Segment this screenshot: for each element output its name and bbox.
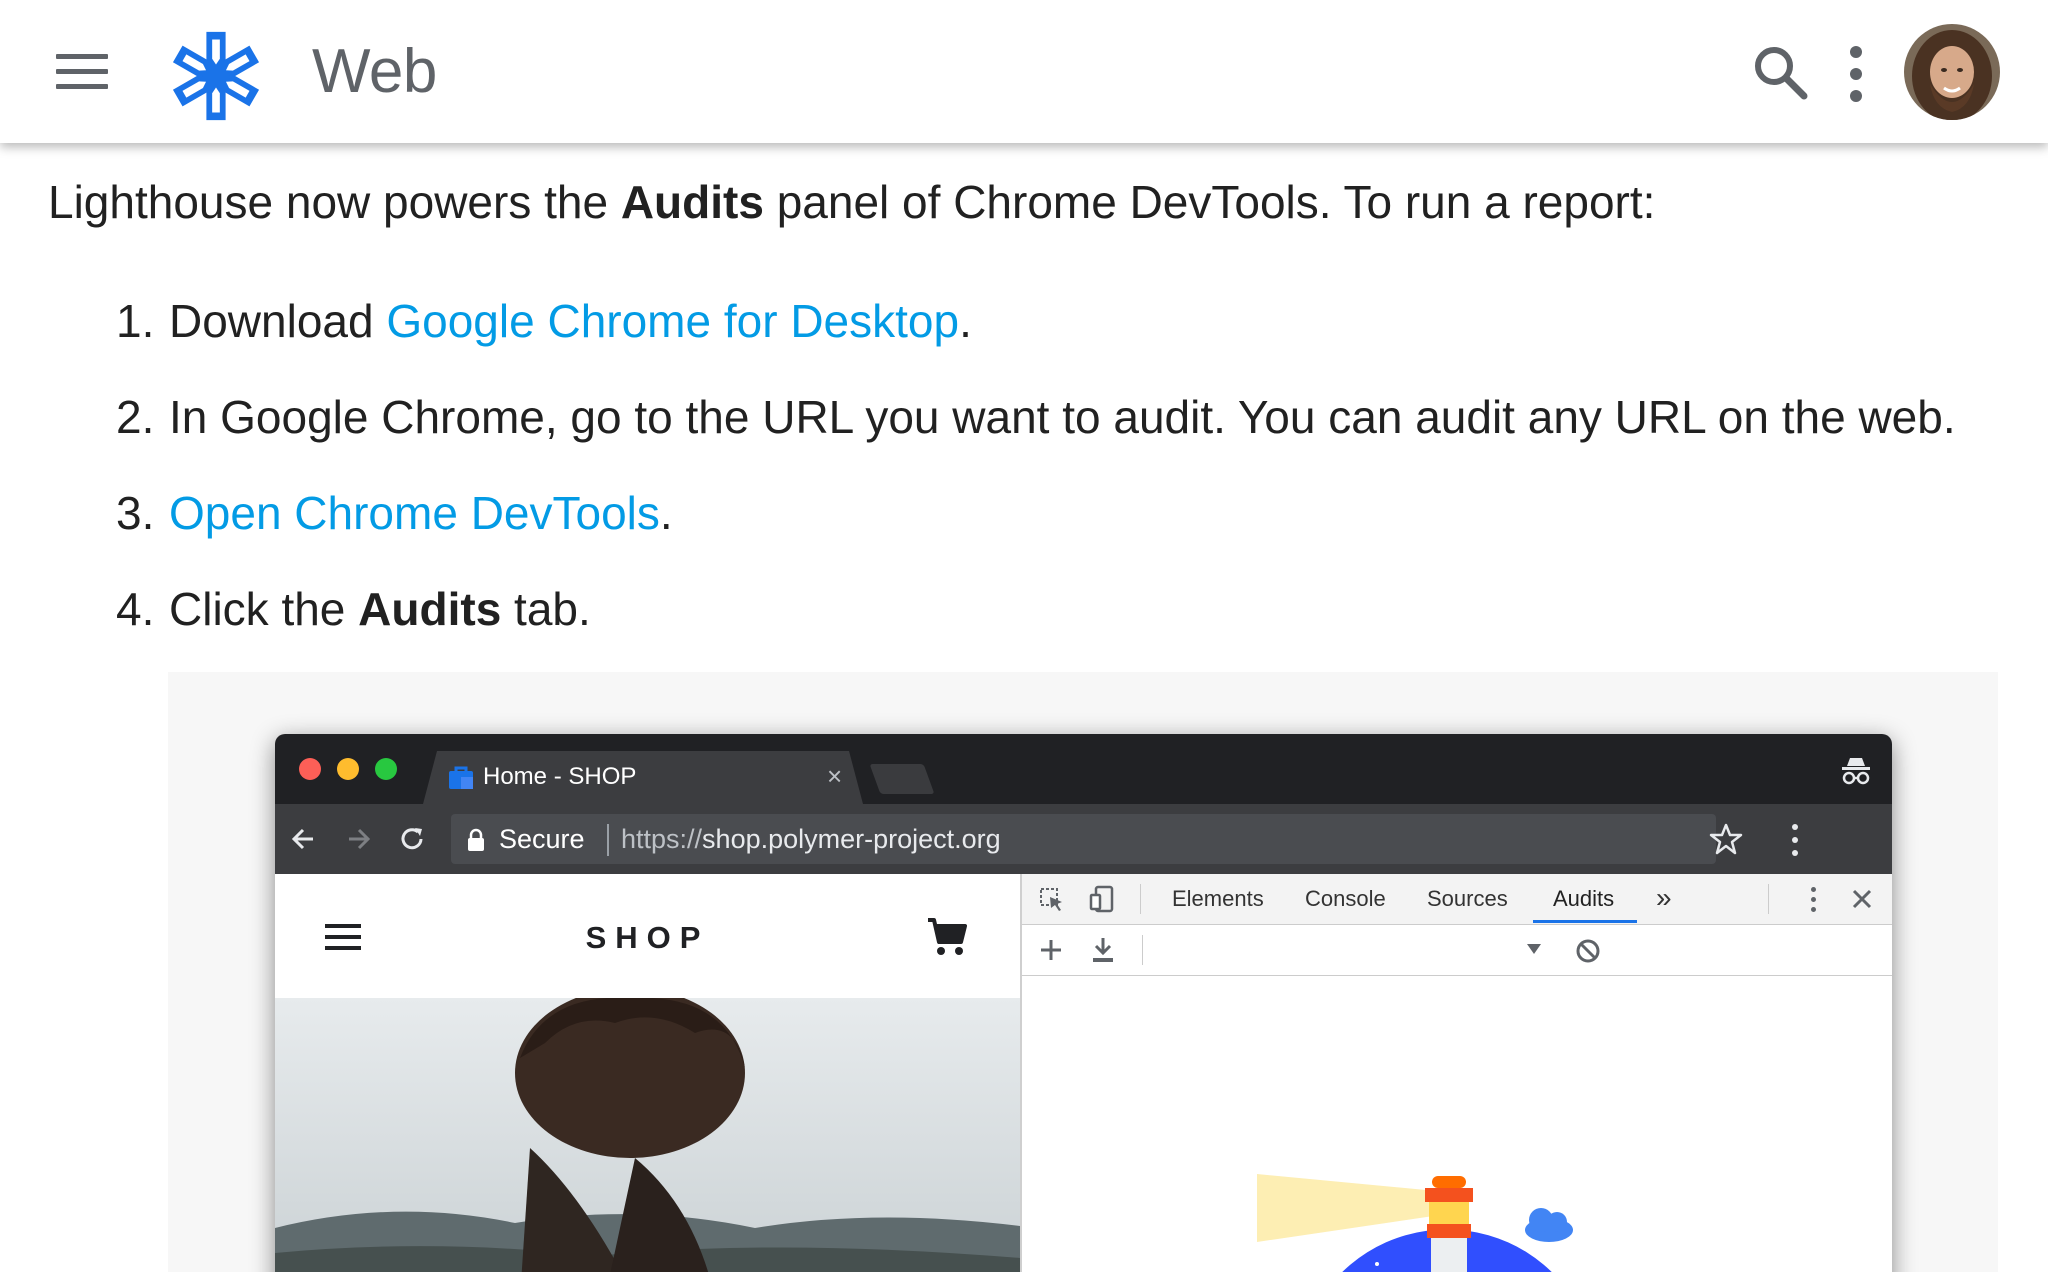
address-bar[interactable]: Secure https://shop.polymer-project.org — [451, 814, 1716, 864]
lock-icon — [468, 828, 484, 851]
list-item: 1. Download Google Chrome for Desktop. — [116, 290, 972, 352]
tab-console[interactable]: Console — [1305, 886, 1386, 912]
top-app-bar: Web — [0, 0, 2048, 143]
devtools-menu-icon[interactable] — [1810, 886, 1818, 914]
tab-title: Home - SHOP — [483, 763, 637, 790]
devtools-tab-bar: Elements Console Sources Audits » — [1022, 874, 1892, 925]
step-number: 3. — [116, 487, 155, 539]
devtools-screenshot-figure: Home - SHOP × Secure https://shop.polyme… — [168, 672, 1998, 1272]
incognito-icon — [1842, 758, 1870, 785]
url-text: https://shop.polymer-project.org — [621, 824, 1001, 855]
browser-window: Home - SHOP × Secure https://shop.polyme… — [275, 734, 1892, 1272]
step-number: 2. — [116, 391, 155, 443]
open-devtools-link[interactable]: Open Chrome DevTools — [169, 487, 660, 539]
report-select-dropdown-icon[interactable] — [1526, 943, 1542, 955]
intro-bold-audits: Audits — [620, 176, 764, 228]
step-text: Click the — [169, 583, 359, 635]
shop-page: SHOP — [275, 874, 1020, 1272]
search-icon[interactable] — [1748, 40, 1812, 104]
new-audit-plus-icon[interactable] — [1038, 937, 1064, 963]
devtools-divider — [1768, 884, 1769, 914]
close-window-button[interactable] — [299, 758, 321, 780]
zoom-window-button[interactable] — [375, 758, 397, 780]
tab-elements[interactable]: Elements — [1172, 886, 1264, 912]
back-arrow-icon[interactable] — [285, 820, 323, 858]
url-scheme: https:// — [621, 824, 703, 854]
intro-text-end: panel of Chrome DevTools. To run a repor… — [763, 176, 1656, 228]
shop-favicon-icon — [449, 766, 473, 789]
cart-icon[interactable] — [925, 914, 969, 958]
menu-icon[interactable] — [52, 50, 112, 94]
devtools-divider — [1140, 884, 1141, 914]
omnibox-divider — [607, 824, 609, 856]
reload-icon[interactable] — [393, 820, 431, 858]
shop-title[interactable]: SHOP — [275, 920, 1020, 956]
step-text: In Google Chrome, go to the URL you want… — [169, 391, 1956, 443]
browser-menu-icon[interactable] — [1785, 820, 1805, 860]
download-report-icon[interactable] — [1090, 936, 1116, 964]
tab-sources[interactable]: Sources — [1427, 886, 1508, 912]
lighthouse-illustration — [1257, 1174, 1573, 1272]
tab-audits[interactable]: Audits — [1553, 886, 1614, 912]
step-text-end: . — [959, 295, 972, 347]
step-number: 1. — [116, 295, 155, 347]
close-devtools-icon[interactable] — [1850, 887, 1874, 911]
step-text-end: . — [659, 487, 673, 539]
intro-paragraph: Lighthouse now powers the Audits panel o… — [48, 172, 1655, 232]
intro-text: Lighthouse now powers the — [48, 176, 621, 228]
step-text-end: tab. — [501, 583, 591, 635]
browser-toolbar: Secure https://shop.polymer-project.org — [275, 804, 1892, 874]
more-tabs-icon[interactable]: » — [1656, 882, 1672, 914]
tab-close-icon[interactable]: × — [827, 761, 842, 792]
bookmark-star-icon[interactable] — [1707, 820, 1745, 858]
active-tab-indicator — [1533, 920, 1637, 923]
step-bold-audits: Audits — [358, 583, 502, 635]
inspect-element-icon[interactable] — [1038, 886, 1066, 914]
forward-arrow-icon[interactable] — [339, 820, 377, 858]
minimize-window-button[interactable] — [337, 758, 359, 780]
device-toolbar-icon[interactable] — [1088, 884, 1118, 914]
download-chrome-link[interactable]: Google Chrome for Desktop — [386, 295, 959, 347]
step-text: Download — [169, 295, 387, 347]
step-number: 4. — [116, 583, 155, 635]
browser-tab[interactable]: Home - SHOP × — [423, 751, 863, 804]
list-item: 2. In Google Chrome, go to the URL you wa… — [116, 386, 1956, 448]
list-item: 4. Click the Audits tab. — [116, 578, 591, 640]
avatar[interactable] — [1904, 24, 2000, 120]
window-titlebar: Home - SHOP × — [275, 734, 1892, 804]
more-vert-icon[interactable] — [1846, 46, 1866, 102]
devtools-divider — [1142, 935, 1143, 965]
new-tab-button[interactable] — [869, 764, 935, 794]
site-title[interactable]: Web — [312, 36, 437, 108]
url-host: shop.polymer-project.org — [702, 824, 1001, 854]
list-item: 3. Open Chrome DevTools. — [116, 482, 673, 544]
secure-label: Secure — [499, 824, 585, 854]
audits-toolbar — [1022, 925, 1892, 976]
shop-header: SHOP — [275, 874, 1020, 998]
hero-image — [275, 998, 1020, 1272]
devtools-panel: Elements Console Sources Audits » — [1020, 874, 1892, 1272]
clear-reports-icon[interactable] — [1574, 937, 1602, 965]
site-logo-icon[interactable] — [168, 28, 264, 124]
